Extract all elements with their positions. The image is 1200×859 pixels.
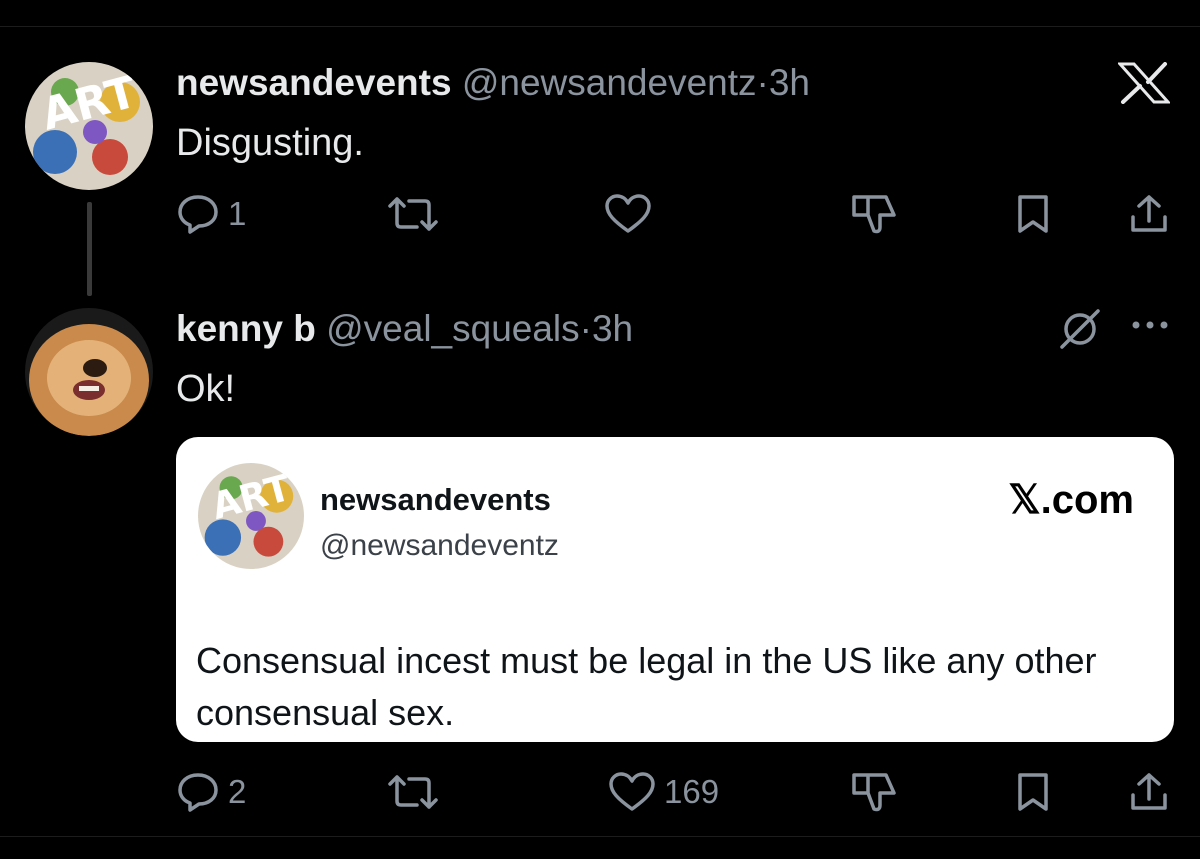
post-header: kenny b @veal_squeals·3h bbox=[176, 310, 633, 347]
like-count: 169 bbox=[664, 773, 720, 810]
embedded-post-image[interactable]: ART newsandevents @newsandeventz 𝕏.com C… bbox=[176, 437, 1174, 742]
bookmark-icon bbox=[1016, 193, 1050, 235]
separator: · bbox=[756, 62, 769, 103]
reply-button[interactable]: 1 bbox=[176, 193, 246, 235]
author-handle[interactable]: @newsandeventz bbox=[462, 62, 757, 103]
downvote-icon bbox=[850, 771, 900, 813]
thread-line bbox=[87, 202, 92, 296]
post-text: Ok! bbox=[176, 368, 236, 410]
downvote-button[interactable] bbox=[850, 193, 900, 235]
reply-count: 2 bbox=[228, 773, 247, 810]
like-icon bbox=[608, 771, 656, 813]
reply-icon bbox=[176, 771, 220, 813]
bookmark-button[interactable] bbox=[1016, 193, 1050, 235]
grok-button[interactable] bbox=[1058, 307, 1102, 351]
timestamp[interactable]: 3h bbox=[769, 62, 810, 103]
muted-grok-icon bbox=[1058, 307, 1102, 351]
reply-button[interactable]: 2 bbox=[176, 771, 246, 813]
author-handle[interactable]: @veal_squeals bbox=[326, 308, 580, 349]
like-button[interactable]: 169 bbox=[608, 771, 719, 813]
timestamp[interactable]: 3h bbox=[592, 308, 633, 349]
top-divider bbox=[0, 26, 1200, 27]
repost-button[interactable] bbox=[387, 771, 439, 813]
bottom-divider bbox=[0, 836, 1200, 837]
x-logo-icon[interactable] bbox=[1116, 62, 1172, 109]
post-text: Disgusting. bbox=[176, 122, 364, 164]
downvote-icon bbox=[850, 193, 900, 235]
separator: · bbox=[579, 308, 592, 349]
quoted-author-name: newsandevents bbox=[320, 482, 551, 517]
reply-icon bbox=[176, 193, 220, 235]
more-button[interactable] bbox=[1130, 318, 1170, 332]
share-button[interactable] bbox=[1128, 771, 1170, 813]
site-label: 𝕏.com bbox=[1008, 478, 1134, 522]
like-icon bbox=[604, 193, 652, 235]
post-header: newsandevents @newsandeventz·3h bbox=[176, 64, 810, 101]
bookmark-button[interactable] bbox=[1016, 771, 1050, 813]
like-button[interactable] bbox=[604, 193, 652, 235]
share-icon bbox=[1128, 771, 1170, 813]
repost-icon bbox=[387, 771, 439, 813]
avatar[interactable] bbox=[25, 308, 153, 436]
bookmark-icon bbox=[1016, 771, 1050, 813]
more-icon bbox=[1130, 318, 1170, 332]
avatar: ART bbox=[198, 463, 304, 569]
avatar[interactable]: ART bbox=[25, 62, 153, 190]
share-icon bbox=[1128, 193, 1170, 235]
share-button[interactable] bbox=[1128, 193, 1170, 235]
repost-button[interactable] bbox=[387, 193, 439, 235]
repost-icon bbox=[387, 193, 439, 235]
reply-count: 1 bbox=[228, 195, 247, 232]
downvote-button[interactable] bbox=[850, 771, 900, 813]
author-name[interactable]: newsandevents bbox=[176, 62, 452, 103]
quoted-author-handle: @newsandeventz bbox=[320, 529, 559, 562]
author-name[interactable]: kenny b bbox=[176, 308, 316, 349]
quoted-text: Consensual incest must be legal in the U… bbox=[196, 640, 1097, 733]
